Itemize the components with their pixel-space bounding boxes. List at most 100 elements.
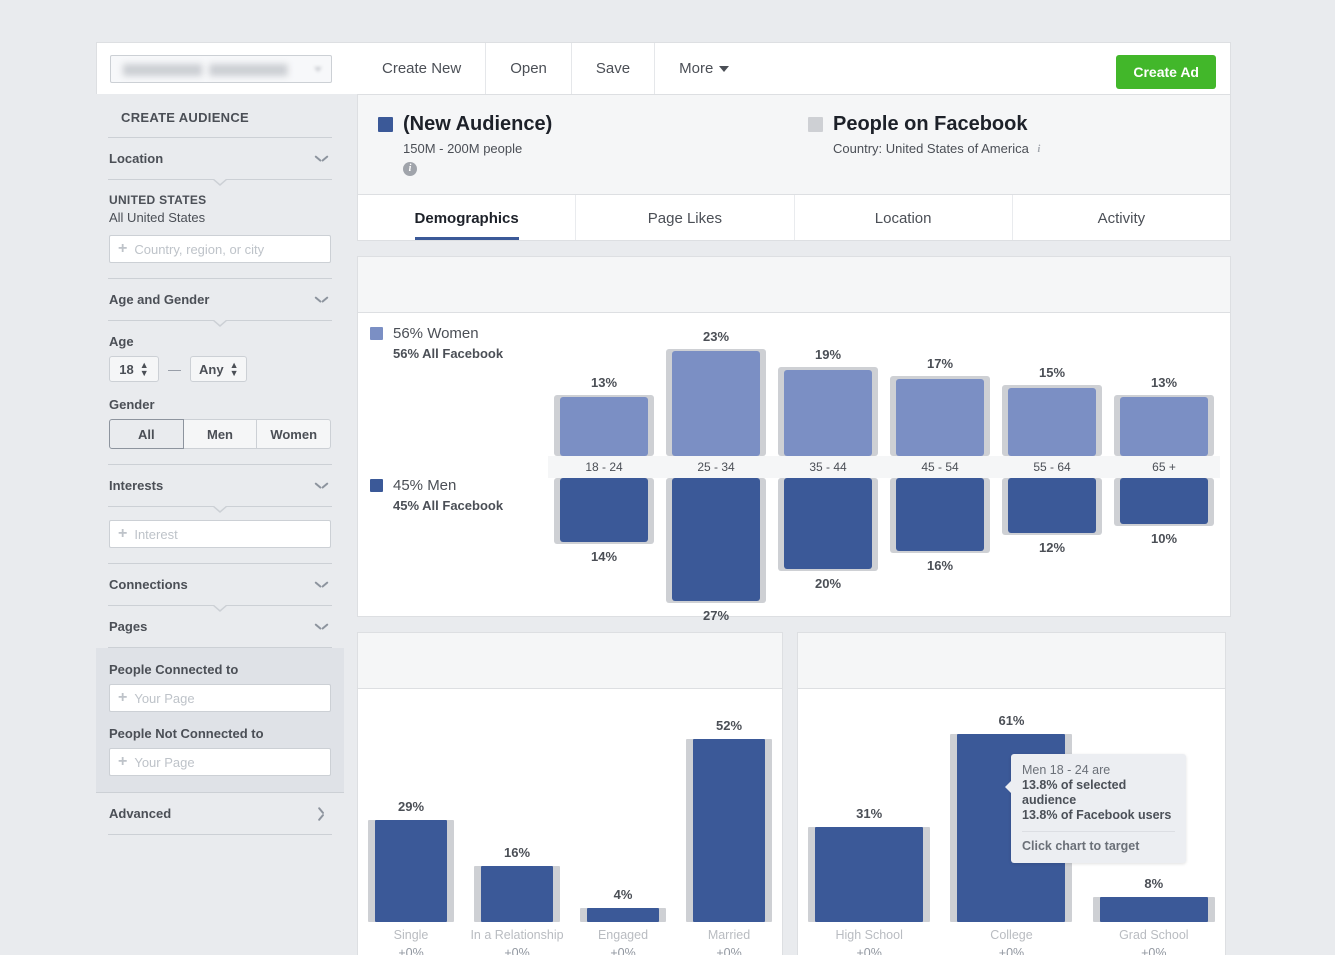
value-bar[interactable]: [375, 819, 447, 922]
gender-option-all[interactable]: All: [109, 419, 184, 449]
interest-search-input[interactable]: + Interest: [109, 520, 331, 548]
menu-item-open[interactable]: Open: [485, 42, 571, 95]
value-bar[interactable]: [481, 865, 553, 922]
butterfly-column[interactable]: 23% 27% 25 - 34: [660, 313, 772, 623]
account-selector[interactable]: [110, 54, 332, 83]
value-bar[interactable]: [587, 907, 659, 922]
bar-column[interactable]: 52% Married +0%: [676, 689, 782, 955]
chevron-down-icon: [315, 623, 328, 631]
age-gender-chart-header: [358, 257, 1230, 313]
tab-location[interactable]: Location: [793, 195, 1012, 240]
value-bar[interactable]: [1099, 897, 1208, 922]
women-bar-group[interactable]: [772, 367, 884, 456]
women-bar[interactable]: [672, 351, 760, 456]
selected-audience-title-row: (New Audience): [378, 113, 808, 136]
comparison-name: People on Facebook: [833, 113, 1028, 135]
age-gender-panel: Age 18 ▲ ▼ — Any ▲ ▼ Gender All Men Women: [108, 321, 332, 465]
butterfly-column[interactable]: 15% 12% 55 - 64: [996, 313, 1108, 616]
sidebar-section-pages[interactable]: Pages: [108, 606, 332, 648]
age-max-select[interactable]: Any ▲ ▼: [190, 356, 248, 382]
tab-page-likes[interactable]: Page Likes: [575, 195, 793, 240]
age-min-select[interactable]: 18 ▲ ▼: [109, 356, 159, 382]
women-bar[interactable]: [1120, 396, 1208, 456]
women-bar-group[interactable]: [996, 385, 1108, 456]
people-connected-placeholder: Your Page: [134, 690, 195, 706]
people-connected-input[interactable]: + Your Page: [109, 684, 331, 712]
men-bar[interactable]: [1008, 478, 1096, 533]
men-bar[interactable]: [560, 478, 648, 542]
age-range-label: 25 - 34: [697, 460, 735, 474]
insight-tabs: Demographics Page Likes Location Activit…: [358, 194, 1230, 240]
sidebar-section-advanced[interactable]: Advanced: [108, 793, 332, 835]
audience-name: (New Audience): [403, 113, 553, 135]
value-bar[interactable]: [693, 738, 765, 922]
butterfly-column[interactable]: 13% 14% 18 - 24: [548, 313, 660, 616]
bar-column[interactable]: 4% Engaged +0%: [570, 689, 676, 955]
women-bar[interactable]: [784, 369, 872, 456]
stepper-icon: ▲ ▼: [229, 360, 239, 378]
sidebar-section-location[interactable]: Location: [108, 138, 332, 186]
men-bar[interactable]: [896, 478, 984, 551]
women-bar[interactable]: [1008, 387, 1096, 456]
location-panel: UNITED STATES All United States + Countr…: [108, 180, 332, 279]
men-bar[interactable]: [1120, 478, 1208, 524]
comparison-title-row: People on Facebook: [808, 113, 1040, 136]
women-bar-group[interactable]: [548, 394, 660, 456]
plus-icon: +: [118, 525, 128, 542]
men-bar-group[interactable]: [772, 478, 884, 572]
men-bar-value: 12%: [1038, 539, 1066, 555]
men-bar-group[interactable]: [1108, 478, 1220, 526]
men-bar[interactable]: [672, 478, 760, 601]
menu-item-create-new[interactable]: Create New: [358, 43, 485, 95]
info-icon[interactable]: i: [403, 161, 417, 176]
men-bar-group[interactable]: [996, 478, 1108, 535]
butterfly-column[interactable]: 19% 20% 35 - 44: [772, 313, 884, 616]
men-bar[interactable]: [784, 478, 872, 569]
men-bar-value: 10%: [1150, 530, 1178, 546]
value-bar[interactable]: [815, 826, 924, 922]
stepper-icon: ▲ ▼: [139, 360, 149, 378]
tab-activity[interactable]: Activity: [1011, 195, 1230, 240]
relationship-chart-header: [358, 633, 782, 689]
sidebar-section-interests[interactable]: Interests: [108, 465, 332, 513]
age-gender-chart-body[interactable]: 56% Women 56% All Facebook 45% Men 45% A…: [358, 313, 1230, 863]
women-bar-group[interactable]: [660, 349, 772, 456]
butterfly-column[interactable]: 13% 10% 65 +: [1108, 313, 1220, 616]
men-bar-group[interactable]: [548, 478, 660, 544]
bar-column[interactable]: 29% Single +0%: [358, 689, 464, 955]
menu-item-save[interactable]: Save: [570, 42, 654, 95]
men-bar-value: 20%: [814, 576, 842, 592]
comparison-detail-row: Country: United States of America i: [833, 141, 1040, 156]
bar-column[interactable]: 16% In a Relationship +0%: [464, 689, 570, 955]
women-bar-group[interactable]: [884, 376, 996, 456]
women-bar[interactable]: [896, 378, 984, 456]
butterfly-plot[interactable]: 13% 14% 18 - 24 23% 27% 25 - 34 19% 20% 35 - 44 1…: [548, 313, 1220, 623]
menu-item-more[interactable]: More: [654, 42, 753, 95]
gender-option-women[interactable]: Women: [257, 419, 332, 449]
tab-demographics[interactable]: Demographics: [358, 195, 575, 240]
relationship-chart-body[interactable]: 29% Single +0% 16% In a Relationship +0% 4% Eng…: [358, 689, 782, 955]
people-not-connected-input[interactable]: + Your Page: [109, 748, 331, 776]
sidebar-section-connections[interactable]: Connections: [108, 564, 332, 612]
audience-size: 150M - 200M people: [403, 141, 523, 156]
gender-option-men[interactable]: Men: [183, 419, 258, 449]
bar-column[interactable]: 31% High School +0%: [798, 689, 940, 955]
legend-swatch-men: [370, 479, 383, 492]
chevron-down-icon: [315, 581, 328, 589]
women-bar-group[interactable]: [1108, 394, 1220, 456]
butterfly-column[interactable]: 17% 16% 45 - 54: [884, 313, 996, 616]
info-icon[interactable]: i: [1037, 144, 1040, 155]
chevron-down-icon: [315, 155, 328, 163]
sidebar-section-age-gender[interactable]: Age and Gender: [108, 279, 332, 327]
gender-label: Gender: [109, 397, 155, 412]
plus-icon: +: [118, 689, 128, 706]
category-delta: +0%: [1141, 946, 1167, 955]
men-bar-value: 16%: [926, 558, 954, 574]
tooltip-divider: [1022, 831, 1175, 832]
women-bar[interactable]: [560, 396, 648, 456]
location-search-input[interactable]: + Country, region, or city: [109, 235, 331, 263]
comparison-detail: Country: United States of America: [833, 141, 1029, 156]
men-bar-group[interactable]: [660, 478, 772, 604]
create-ad-button[interactable]: Create Ad: [1116, 55, 1216, 89]
men-bar-group[interactable]: [884, 478, 996, 554]
